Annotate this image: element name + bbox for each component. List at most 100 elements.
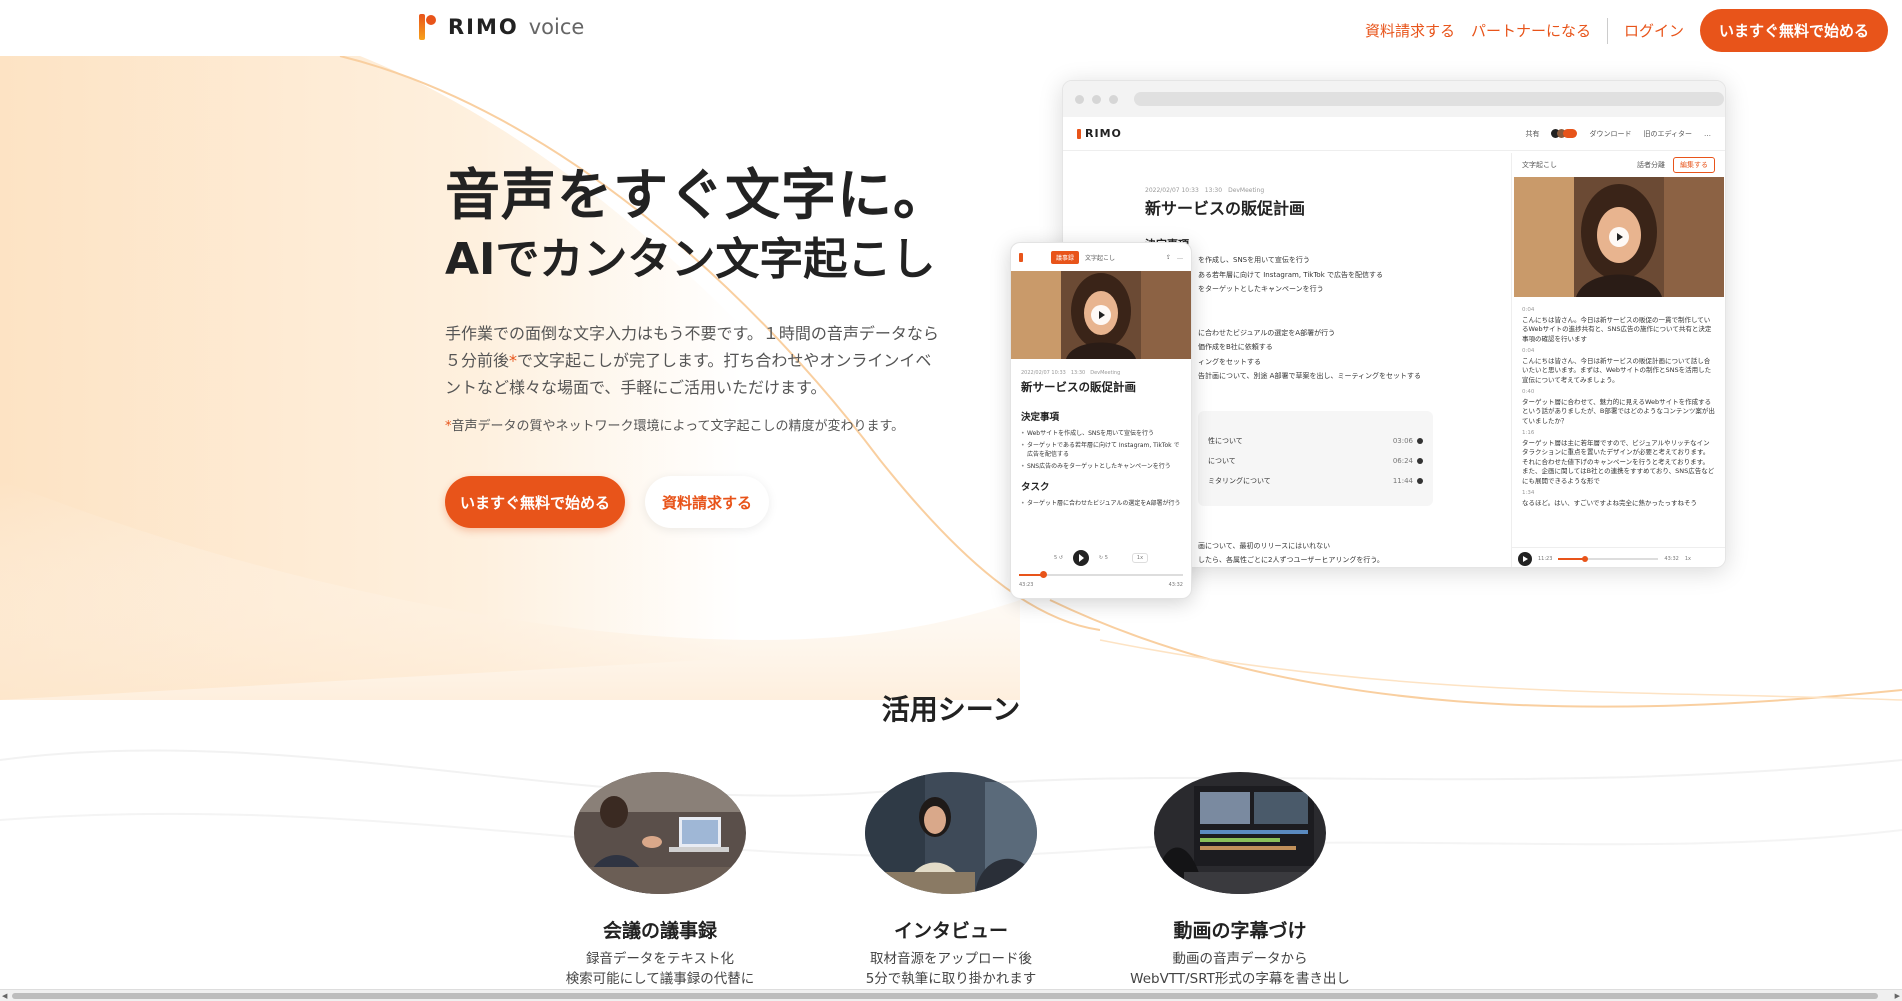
more-icon[interactable]: … — [1177, 254, 1183, 261]
hero-note-text: 音声データの質やネットワーク環境によって文字起こしの精度が変わります。 — [451, 419, 905, 435]
mobile-title: 新サービスの販促計画 — [1021, 380, 1136, 394]
play-icon[interactable] — [1091, 305, 1111, 325]
chapter-row[interactable]: 性について 03:06 — [1208, 431, 1423, 451]
nav-request-docs[interactable]: 資料請求する — [1365, 20, 1455, 41]
task-item[interactable]: ターゲット層に合わせたビジュアルの選定をA部署が行う — [1021, 499, 1181, 508]
skip-forward-label: 5 — [1104, 555, 1108, 561]
video-player[interactable] — [1514, 177, 1724, 297]
transcript-timestamp: 1:34 — [1522, 490, 1535, 496]
chapter-time: 06:24 — [1392, 457, 1413, 465]
transcript-text: なるほど。はい、すごいですよね完全に熱かったっすねそう — [1522, 498, 1697, 507]
speaker-split-toggle[interactable]: 話者分離 — [1637, 160, 1665, 170]
top-nav: 資料請求する パートナーになる ログイン いますぐ無料で始める — [1357, 9, 1896, 52]
chapter-row[interactable]: ミタリングについて 11:44 — [1208, 471, 1423, 491]
mobile-meta: 2022/02/07 10:33 13:30 DevMeeting — [1021, 370, 1121, 376]
window-dot-icon — [1109, 94, 1118, 104]
mobile-audio-player: 5 ↺ ↻ 5 1x 43:23 43:32 — [1019, 550, 1183, 588]
hero-desc-part2: で文字起こしが完了します。打ち合わせやオンラインイベ ントなど様々な場面で、手軽… — [445, 351, 932, 398]
mobile-controls: 5 ↺ ↻ 5 1x — [1019, 550, 1183, 566]
window-dot-icon — [1075, 94, 1084, 104]
mobile-task-list: ターゲット層に合わせたビジュアルの選定をA部署が行う — [1021, 499, 1181, 508]
player-time-start: 11:23 — [1538, 555, 1553, 562]
scene-desc-line: WebVTT/SRT形式の字幕を書き出し — [1130, 971, 1350, 987]
play-dot-icon — [1417, 458, 1423, 464]
scene-name: インタビュー — [893, 920, 1008, 942]
transcript-timestamp: 0:40 — [1522, 389, 1535, 395]
url-bar — [1134, 92, 1724, 106]
hero-title: 音声をすぐ文字に。 — [445, 163, 950, 227]
scroll-right-icon[interactable]: ▶ — [1895, 992, 1900, 1000]
scene-desc-line: 取材音源をアップロード後 — [870, 951, 1032, 967]
skip-forward-button[interactable]: ↻ 5 — [1099, 555, 1108, 561]
logo-word: RIMO — [448, 15, 519, 39]
skip-back-button[interactable]: 5 ↺ — [1054, 555, 1063, 561]
transcript-text: ターゲット層に合わせて、魅力的に見えるWebサイトを作成するという話がありました… — [1522, 397, 1715, 425]
audio-player: 11:23 43:32 1x — [1512, 547, 1725, 567]
chapter-label: ミタリングについて — [1208, 477, 1271, 485]
tab-minutes[interactable]: 議事録 — [1051, 250, 1080, 264]
chapter-row[interactable]: について 06:24 — [1208, 451, 1423, 471]
scrollbar-thumb[interactable] — [12, 993, 1878, 999]
rimo-mark-icon — [1019, 252, 1023, 262]
mobile-app-mockup: 議事録 文字起こし ⇪ … 2022/02/07 10:33 13:30 Dev… — [1010, 242, 1192, 599]
mobile-header: 議事録 文字起こし ⇪ … — [1011, 243, 1191, 271]
hero-description: 手作業での面倒な文字入力はもう不要です。１時間の音声データなら５分前後*で文字起… — [445, 320, 945, 402]
doc-line: ィングをセットする — [1198, 357, 1261, 366]
nav-login[interactable]: ログイン — [1624, 20, 1684, 41]
doc-line: を作成し、SNSを用いて宣伝を行う — [1198, 256, 1310, 264]
doc-line: ある若年層に向けて Instagram, TikTok で広告を配信する — [1198, 270, 1383, 279]
mobile-section-tasks: タスク — [1021, 482, 1050, 493]
play-button-icon[interactable] — [1518, 551, 1532, 566]
doc-title: 新サービスの販促計画 — [1145, 199, 1306, 218]
hero-section: 音声をすぐ文字に。 AIでカンタン文字起こし 手作業での面倒な文字入力はもう不要… — [445, 163, 950, 529]
play-button-icon[interactable] — [1072, 550, 1089, 566]
transcript-text: ターゲット層は主に若年層ですので、ビジュアルやリッチなインタラクションに重点を置… — [1522, 438, 1715, 485]
scene-desc-line: 録音データをテキスト化 — [585, 951, 735, 967]
play-icon[interactable] — [1609, 227, 1629, 247]
share-tool: 共有 — [1525, 129, 1540, 138]
doc-line: したら、各属性ごとに2人ずつユーザーヒアリングを行う。 — [1198, 556, 1384, 564]
chapter-time: 11:44 — [1392, 477, 1413, 485]
hero-start-free-button[interactable]: いますぐ無料で始める — [445, 476, 625, 529]
nav-divider — [1606, 17, 1608, 44]
doc-lines: を作成し、SNSを用いて宣伝を行う ある若年層に向けて Instagram, T… — [1198, 253, 1421, 384]
tab-transcript[interactable]: 文字起こし — [1085, 253, 1115, 262]
transcript-timestamp: 1:16 — [1522, 430, 1535, 436]
player-time-end: 43:32 — [1664, 555, 1679, 562]
mobile-seek-bar[interactable] — [1019, 571, 1183, 578]
download-tool: ダウンロード — [1589, 129, 1632, 138]
speed-select[interactable]: 1x — [1131, 553, 1149, 563]
header-start-free-button[interactable]: いますぐ無料で始める — [1699, 9, 1888, 52]
hero-request-docs-button[interactable]: 資料請求する — [645, 476, 769, 529]
hero-note: *音声データの質やネットワーク環境によって文字起こしの精度が変わります。 — [445, 415, 949, 434]
mobile-decision-list: Webサイトを作成し、SNSを用いて宣伝を行う ターゲットである若年層に向けて … — [1021, 429, 1181, 471]
mobile-video-player[interactable] — [1011, 271, 1191, 359]
rimo-logo-icon — [418, 12, 438, 42]
player-time-end: 43:32 — [1168, 582, 1183, 588]
transcript-label: 文字起こし — [1522, 161, 1557, 169]
scene-meeting: 会議の議事録 録音データをテキスト化 検索可能にして議事録の代替に — [530, 772, 790, 989]
list-item: ターゲットである若年層に向けて Instagram, TikTok で広告を配信… — [1021, 441, 1181, 459]
share-icon[interactable]: ⇪ — [1166, 254, 1171, 261]
horizontal-scrollbar[interactable]: ◀ ▶ — [0, 989, 1902, 1001]
edit-button[interactable]: 編集する — [1673, 157, 1715, 173]
nav-partner[interactable]: パートナーになる — [1471, 20, 1591, 41]
mobile-times: 43:23 43:32 — [1019, 582, 1183, 588]
app-logo-text: RIMO — [1085, 127, 1122, 140]
speed-select[interactable]: 1x — [1685, 556, 1691, 562]
doc-line: 価作成をB社に依頼する — [1198, 343, 1273, 351]
hero-buttons: いますぐ無料で始める 資料請求する — [445, 476, 949, 529]
scene-desc-line: 検索可能にして議事録の代替に — [565, 971, 755, 987]
avatar-group — [1551, 129, 1578, 138]
transcript-timestamp: 0:04 — [1522, 307, 1535, 313]
site-logo[interactable]: RIMO voice — [418, 12, 584, 42]
scene-desc-line: 5分で執筆に取り掛かれます — [865, 971, 1037, 987]
seek-bar[interactable] — [1558, 555, 1659, 562]
app-toolbar: 共有 ダウンロード 旧のエディター … — [1525, 129, 1711, 139]
chapter-label: 性について — [1208, 437, 1243, 445]
scene-desc-line: 動画の音声データから — [1172, 951, 1308, 967]
interview-photo — [865, 772, 1037, 894]
play-dot-icon — [1417, 478, 1423, 484]
scenes-heading: 活用シーン — [881, 693, 1021, 726]
scroll-left-icon[interactable]: ◀ — [2, 992, 7, 1000]
